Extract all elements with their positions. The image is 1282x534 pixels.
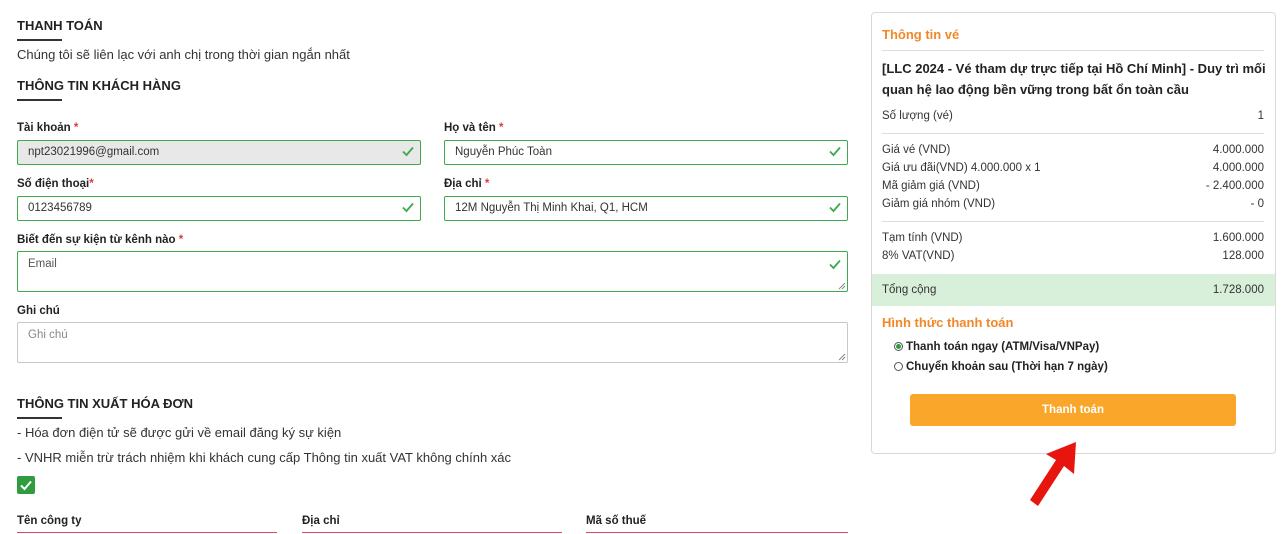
name-field[interactable]: Nguyễn Phúc Toàn bbox=[444, 140, 848, 165]
total-band: Tổng cộng 1.728.000 bbox=[872, 274, 1275, 306]
ticket-panel: Thông tin vé [LLC 2024 - Vé tham dự trực… bbox=[871, 12, 1276, 454]
valid-check-icon bbox=[402, 202, 414, 213]
discount-row: Mã giảm giá (VND) - 2.400.000 bbox=[882, 180, 1264, 192]
customer-title-underline bbox=[17, 99, 62, 101]
channel-field[interactable]: Email bbox=[17, 251, 848, 292]
payment-method-title: Hình thức thanh toán bbox=[882, 315, 1014, 330]
company-label: Tên công ty bbox=[17, 515, 82, 527]
invoice-title-underline bbox=[17, 417, 62, 419]
phone-field[interactable]: 0123456789 bbox=[17, 196, 421, 221]
divider bbox=[882, 133, 1264, 134]
checkmark-icon bbox=[20, 480, 32, 491]
company-field[interactable] bbox=[17, 532, 277, 533]
invoice-address-field[interactable] bbox=[302, 532, 562, 533]
red-arrow-icon bbox=[1030, 442, 1076, 506]
price-row: Giá vé (VND) 4.000.000 bbox=[882, 144, 1264, 156]
invoice-checkbox[interactable] bbox=[17, 476, 35, 494]
pay-button[interactable]: Thanh toán bbox=[910, 394, 1236, 426]
group-discount-row: Giảm giá nhóm (VND) - 0 bbox=[882, 198, 1264, 210]
note-label: Ghi chú bbox=[17, 305, 60, 317]
name-label: Họ và tên * bbox=[444, 122, 504, 134]
valid-check-icon bbox=[829, 202, 841, 213]
invoice-section-title: THÔNG TIN XUẤT HÓA ĐƠN bbox=[17, 396, 193, 411]
subtotal-row: Tạm tính (VND) 1.600.000 bbox=[882, 232, 1264, 244]
account-label: Tài khoản * bbox=[17, 122, 79, 134]
channel-label: Biết đến sự kiện từ kênh nào * bbox=[17, 234, 184, 246]
checkout-title-underline bbox=[17, 39, 62, 41]
account-field[interactable]: npt23021996@gmail.com bbox=[17, 140, 421, 165]
valid-check-icon bbox=[829, 259, 841, 270]
radio-icon[interactable] bbox=[894, 362, 903, 371]
invoice-note-2: - VNHR miễn trừ trách nhiệm khi khách cu… bbox=[17, 450, 512, 465]
payment-option-now[interactable]: Thanh toán ngay (ATM/Visa/VNPay) bbox=[894, 341, 1099, 353]
radio-selected-icon[interactable] bbox=[894, 342, 903, 351]
address-label: Địa chỉ * bbox=[444, 178, 490, 190]
divider bbox=[882, 50, 1264, 51]
invoice-address-label: Địa chỉ bbox=[302, 515, 340, 527]
divider bbox=[882, 221, 1264, 222]
tax-code-field[interactable] bbox=[586, 532, 848, 533]
tax-code-label: Mã số thuế bbox=[586, 515, 647, 527]
phone-label: Số điện thoại* bbox=[17, 178, 94, 190]
payment-option-later[interactable]: Chuyển khoản sau (Thời hạn 7 ngày) bbox=[894, 361, 1108, 373]
resize-handle-icon[interactable] bbox=[838, 282, 846, 290]
event-name: [LLC 2024 - Vé tham dự trực tiếp tại Hồ … bbox=[882, 61, 1266, 97]
valid-check-icon bbox=[402, 146, 414, 157]
invoice-note-1: - Hóa đơn điện tử sẽ được gửi về email đ… bbox=[17, 425, 342, 440]
ticket-title: Thông tin vé bbox=[882, 27, 960, 42]
total-row: Tổng cộng 1.728.000 bbox=[882, 284, 1264, 296]
customer-section-title: THÔNG TIN KHÁCH HÀNG bbox=[17, 78, 181, 93]
checkout-subtitle: Chúng tôi sẽ liên lạc với anh chị trong … bbox=[17, 47, 350, 62]
checkout-title: THANH TOÁN bbox=[17, 18, 103, 33]
qty-row: Số lượng (vé) 1 bbox=[882, 110, 1264, 122]
resize-handle-icon[interactable] bbox=[838, 353, 846, 361]
valid-check-icon bbox=[829, 146, 841, 157]
vat-row: 8% VAT(VND) 128.000 bbox=[882, 250, 1264, 262]
note-field[interactable]: Ghi chú bbox=[17, 322, 848, 363]
promo-row: Giá ưu đãi(VND) 4.000.000 x 1 4.000.000 bbox=[882, 162, 1264, 174]
address-field[interactable]: 12M Nguyễn Thị Minh Khai, Q1, HCM bbox=[444, 196, 848, 221]
